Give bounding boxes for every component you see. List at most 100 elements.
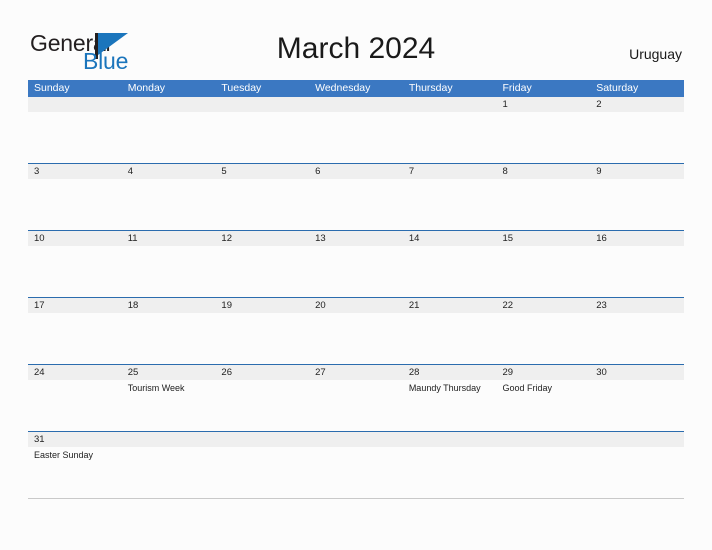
day-number[interactable]: 24 [28,365,122,380]
day-events-empty [309,179,403,230]
day-events-empty [309,380,403,431]
day-number[interactable]: 12 [215,231,309,246]
day-number[interactable]: 4 [122,164,216,179]
day-number-empty [403,432,497,447]
calendar-week-row: 10 11 12 13 14 15 16 [28,230,684,297]
day-events: Good Friday [497,380,591,431]
day-events-empty [403,112,497,163]
day-events-empty [497,447,591,498]
day-events-empty [215,112,309,163]
calendar-week-row: 3456789 [28,163,684,230]
day-number[interactable]: 11 [122,231,216,246]
calendar-weeks: 1 2 3 4 5 6 7 8 9 10 11 12 13 14 15 16 17 18 19 20 21 22 23 24 2… [28,97,684,498]
day-events-empty [309,246,403,297]
holiday-event-label: Good Friday [502,383,553,393]
day-events-empty [497,313,591,364]
day-number-empty [309,97,403,112]
weekday-header-sunday: Sunday [34,82,70,94]
day-number[interactable]: 14 [403,231,497,246]
calendar-week-row: 17 18 19 20 21 22 23 [28,297,684,364]
day-number[interactable]: 17 [28,298,122,313]
day-events-empty [28,380,122,431]
day-events-empty [215,380,309,431]
day-events-empty [215,313,309,364]
day-number[interactable]: 25 [122,365,216,380]
day-number[interactable]: 1 [497,97,591,112]
day-events-empty [403,179,497,230]
day-number-empty [122,97,216,112]
day-events-empty [403,447,497,498]
day-events: Easter Sunday [28,447,122,498]
week-date-band: 24 25 26 27 28 29 30 [28,365,684,380]
weekday-header-monday: Monday [127,82,166,94]
day-number[interactable]: 6 [309,164,403,179]
day-events-empty [28,179,122,230]
day-events: Maundy Thursday [403,380,497,431]
day-number-empty [122,432,216,447]
day-number[interactable]: 7 [403,164,497,179]
day-number-empty [403,97,497,112]
calendar-week-row: 12 [28,97,684,163]
day-number[interactable]: 5 [215,164,309,179]
day-number-empty [215,97,309,112]
week-date-band: 3456789 [28,164,684,179]
day-number[interactable]: 19 [215,298,309,313]
day-number[interactable]: 23 [590,298,684,313]
calendar-grid: Sunday Monday Tuesday Wednesday Thursday… [28,80,684,499]
day-number[interactable]: 15 [497,231,591,246]
weekday-header-tuesday: Tuesday [221,82,262,94]
day-number-empty [215,432,309,447]
day-number[interactable]: 21 [403,298,497,313]
day-events-empty [309,313,403,364]
day-number-empty [497,432,591,447]
day-events-empty [28,313,122,364]
day-events-empty [590,313,684,364]
day-events-empty [215,447,309,498]
day-number[interactable]: 30 [590,365,684,380]
day-number[interactable]: 29 [497,365,591,380]
weekday-header-friday: Friday [502,82,532,94]
day-number[interactable]: 18 [122,298,216,313]
day-number[interactable]: 10 [28,231,122,246]
day-events-empty [590,246,684,297]
day-number[interactable]: 22 [497,298,591,313]
week-date-band: 10 11 12 13 14 15 16 [28,231,684,246]
week-event-band: Easter Sunday [28,447,684,498]
day-events-empty [28,112,122,163]
week-date-band: 31 [28,432,684,447]
day-events-empty [309,447,403,498]
day-events-empty [122,112,216,163]
holiday-event-label: Maundy Thursday [408,383,481,393]
day-events-empty [28,246,122,297]
day-number[interactable]: 31 [28,432,122,447]
calendar-week-row: 24 25 26 27 28 29 30 Tourism Week Maundy Thursda… [28,364,684,431]
day-events-empty [590,380,684,431]
day-number[interactable]: 2 [590,97,684,112]
day-number-empty [590,432,684,447]
weekday-header-thursday: Thursday [408,82,453,94]
week-event-band: Tourism Week Maundy Thursday Good Friday [28,380,684,431]
weekday-header-wednesday: Wednesday [315,82,371,94]
week-event-band [28,112,684,163]
day-events-empty [403,313,497,364]
day-number[interactable]: 8 [497,164,591,179]
day-events-empty [215,246,309,297]
day-events-empty [497,246,591,297]
day-number[interactable]: 13 [309,231,403,246]
country-label: Uruguay [629,46,682,62]
day-number[interactable]: 26 [215,365,309,380]
day-number[interactable]: 28 [403,365,497,380]
week-event-band [28,313,684,364]
holiday-event-label: Tourism Week [127,383,185,393]
day-number[interactable]: 9 [590,164,684,179]
day-number[interactable]: 20 [309,298,403,313]
week-event-band [28,246,684,297]
weekday-header-saturday: Saturday [596,82,639,94]
day-events-empty [403,246,497,297]
week-date-band: 17 18 19 20 21 22 23 [28,298,684,313]
calendar-week-row: 31 Easter Sunday [28,431,684,498]
day-number[interactable]: 3 [28,164,122,179]
day-number[interactable]: 16 [590,231,684,246]
page-header: General Blue March 2024 Uruguay [0,0,712,80]
day-number[interactable]: 27 [309,365,403,380]
